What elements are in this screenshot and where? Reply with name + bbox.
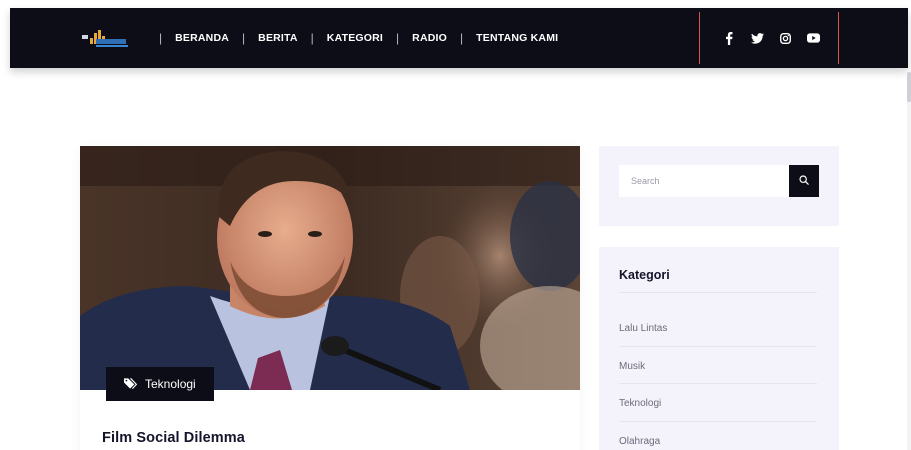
nav-separator: |	[396, 31, 400, 45]
nav-separator: |	[310, 31, 314, 45]
nav-divider-left	[699, 12, 700, 64]
category-item-label: Lalu Lintas	[619, 323, 668, 334]
search-icon	[799, 172, 809, 190]
category-item-label: Musik	[619, 360, 646, 372]
category-item-olahraga[interactable]: Olahraga	[619, 422, 817, 450]
categories-heading: Kategori	[619, 268, 670, 282]
nav-separator: |	[159, 31, 163, 45]
featured-article-card[interactable]: Teknologi Film Social Dilemma	[80, 146, 580, 450]
logo-wordmark	[96, 39, 128, 47]
article-image[interactable]	[80, 146, 580, 390]
tag-icon	[124, 377, 139, 392]
nav-item-radio[interactable]: RADIO	[412, 32, 447, 44]
nav-item-beranda[interactable]: BERANDA	[175, 32, 229, 44]
nav-item-tentang-kami[interactable]: TENTANG KAMI	[476, 32, 558, 44]
nav-separator: |	[460, 31, 464, 45]
category-badge[interactable]: Teknologi	[106, 367, 214, 401]
category-item-lalu-lintas[interactable]: Lalu Lintas	[619, 309, 817, 347]
youtube-icon[interactable]	[806, 31, 820, 45]
article-title[interactable]: Film Social Dilemma	[102, 430, 245, 446]
site-logo[interactable]	[82, 30, 130, 50]
social-links	[722, 8, 820, 68]
nav-divider-right	[838, 12, 839, 64]
facebook-icon[interactable]	[722, 31, 736, 45]
sidebar-categories-widget: Kategori Lalu Lintas Musik Teknologi Ola…	[599, 247, 839, 450]
category-item-teknologi[interactable]: Teknologi	[619, 384, 817, 422]
category-badge-label: Teknologi	[145, 377, 196, 391]
category-item-label: Olahraga	[619, 435, 661, 447]
search-input[interactable]	[619, 165, 791, 197]
main-menu: | BERANDA | BERITA | KATEGORI | RADIO | …	[146, 8, 558, 68]
top-navbar: | BERANDA | BERITA | KATEGORI | RADIO | …	[10, 8, 908, 68]
page-scrollbar-thumb[interactable]	[907, 72, 911, 102]
nav-separator: |	[242, 31, 246, 45]
categories-divider	[619, 292, 817, 293]
nav-item-kategori[interactable]: KATEGORI	[327, 32, 383, 44]
categories-list: Lalu Lintas Musik Teknologi Olahraga	[619, 309, 817, 450]
nav-item-berita[interactable]: BERITA	[258, 32, 298, 44]
category-item-musik[interactable]: Musik	[619, 347, 817, 384]
search-button[interactable]	[789, 165, 819, 197]
instagram-icon[interactable]	[778, 31, 792, 45]
page-scrollbar[interactable]	[907, 70, 911, 450]
category-item-label: Teknologi	[619, 398, 662, 409]
twitter-icon[interactable]	[750, 31, 764, 45]
logo-mark	[82, 35, 88, 39]
